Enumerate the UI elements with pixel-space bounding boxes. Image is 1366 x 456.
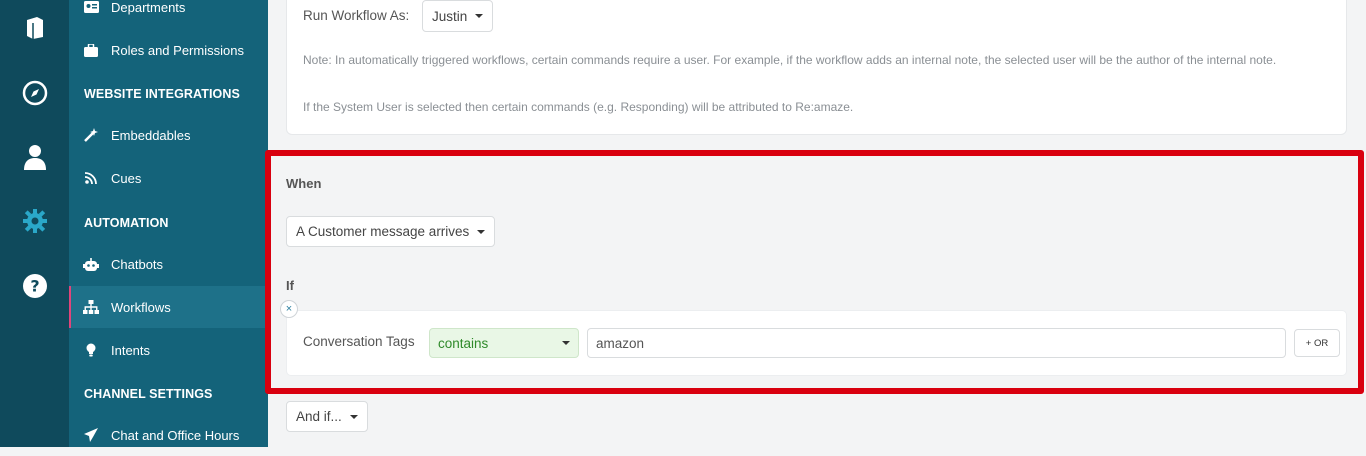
run-as-value: Justin (432, 8, 468, 24)
briefcase-icon (83, 42, 99, 58)
operator-dropdown[interactable]: contains (429, 328, 579, 358)
add-or-button[interactable]: + OR (1294, 329, 1340, 357)
paper-plane-icon (83, 427, 99, 443)
svg-text:?: ? (30, 277, 39, 296)
book-icon[interactable] (22, 15, 48, 41)
sidebar-item-label: Intents (111, 342, 151, 358)
run-as-dropdown[interactable]: Justin (422, 0, 494, 32)
rss-icon (83, 170, 99, 186)
gear-icon[interactable] (22, 208, 48, 234)
magic-wand-icon (83, 127, 99, 143)
sidebar-item-cues[interactable]: Cues (69, 157, 268, 199)
and-if-label: And if... (296, 409, 342, 424)
sidebar-item-label: Chatbots (111, 256, 164, 272)
id-card-icon (83, 0, 99, 15)
section-heading-automation: AUTOMATION (84, 216, 169, 230)
system-user-note: If the System User is selected then cert… (303, 100, 854, 114)
sidebar-item-label: Workflows (111, 299, 171, 315)
lightbulb-icon (83, 342, 99, 358)
compass-icon[interactable] (22, 80, 48, 106)
help-icon[interactable]: ? (22, 273, 48, 299)
condition-field-label: Conversation Tags (303, 334, 415, 349)
sidebar-item-roles[interactable]: Roles and Permissions (69, 29, 268, 71)
sidebar-item-chat-office-hours[interactable]: Chat and Office Hours (69, 414, 268, 456)
sidebar-item-label: Cues (111, 170, 142, 186)
icon-rail: ? (0, 0, 69, 447)
condition-value-input[interactable] (587, 328, 1286, 358)
caret-down-icon (562, 341, 570, 345)
trigger-dropdown[interactable]: A Customer message arrives (286, 216, 496, 247)
sidebar-item-departments[interactable]: Departments (69, 0, 268, 28)
close-icon: × (285, 303, 293, 315)
when-label: When (286, 176, 322, 191)
remove-condition-button[interactable]: × (280, 300, 298, 318)
caret-down-icon (349, 414, 358, 419)
section-heading-channel: CHANNEL SETTINGS (84, 387, 213, 401)
sidebar-item-workflows[interactable]: Workflows (69, 286, 268, 328)
if-label: If (286, 278, 294, 293)
sidebar-item-label: Departments (111, 0, 186, 15)
sidebar-item-intents[interactable]: Intents (69, 329, 268, 371)
sidebar-item-label: Roles and Permissions (111, 42, 244, 58)
sidebar-item-chatbots[interactable]: Chatbots (69, 243, 268, 285)
run-as-label: Run Workflow As: (303, 8, 410, 23)
caret-down-icon (475, 14, 484, 18)
sidebar-item-label: Chat and Office Hours (111, 427, 240, 443)
section-heading-website: WEBSITE INTEGRATIONS (84, 87, 240, 101)
robot-icon (83, 256, 99, 272)
sidebar: Departments Roles and Permissions WEBSIT… (69, 0, 268, 447)
caret-down-icon (477, 229, 486, 234)
user-icon[interactable] (22, 144, 48, 170)
operator-value: contains (438, 335, 489, 351)
trigger-value: A Customer message arrives (296, 224, 470, 239)
run-as-note: Note: In automatically triggered workflo… (303, 53, 1277, 67)
and-if-dropdown[interactable]: And if... (286, 401, 368, 432)
main-content: Run Workflow As: Justin Note: In automat… (265, 0, 1366, 447)
sitemap-icon (83, 299, 99, 315)
run-as-card: Run Workflow As: Justin Note: In automat… (286, 0, 1347, 135)
sidebar-item-embeddables[interactable]: Embeddables (69, 114, 268, 156)
condition-row: Conversation Tags contains + OR (286, 310, 1347, 376)
sidebar-item-label: Embeddables (111, 127, 191, 143)
